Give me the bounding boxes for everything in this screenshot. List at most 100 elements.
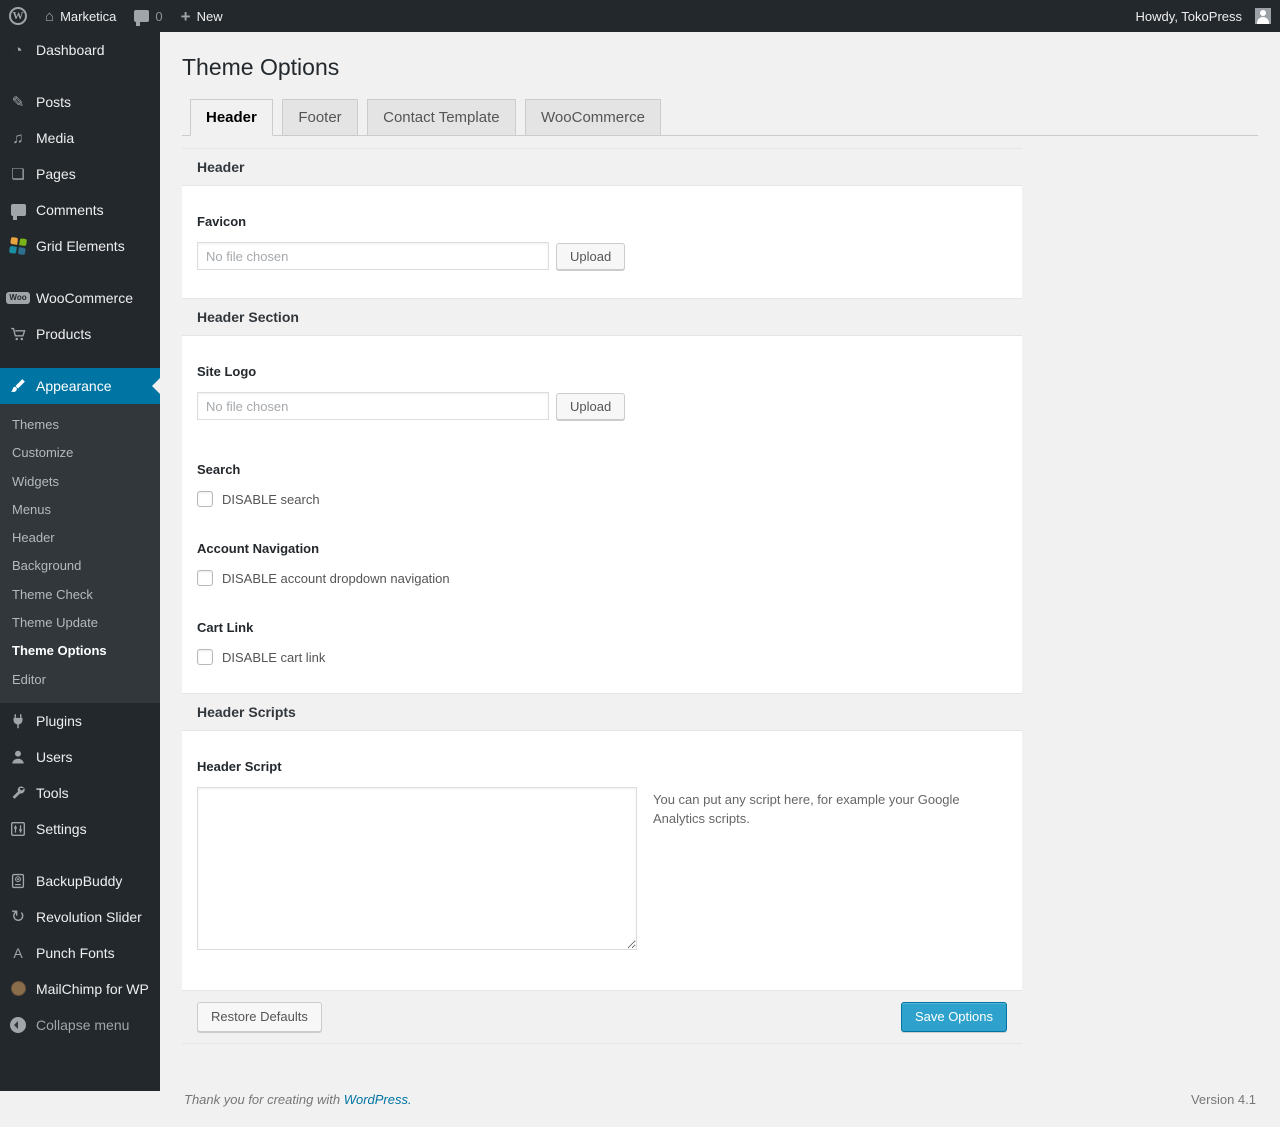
main-content: Theme Options Header Footer Contact Temp…: [160, 0, 1280, 1127]
pages-icon: ❏: [11, 165, 25, 183]
plugin-icon: [8, 711, 28, 731]
wordpress-logo-icon: W: [9, 7, 27, 25]
submenu-item-theme-check[interactable]: Theme Check: [0, 581, 160, 609]
header-script-textarea[interactable]: [197, 787, 637, 951]
sidebar-item-settings[interactable]: Settings: [0, 811, 160, 847]
site-name-label: Marketica: [60, 8, 117, 24]
footer-thanks-prefix: Thank you for creating with: [184, 1091, 344, 1107]
sidebar-item-plugins[interactable]: Plugins: [0, 703, 160, 739]
appearance-submenu: Themes Customize Widgets Menus Header Ba…: [0, 404, 160, 703]
collapse-menu-button[interactable]: Collapse menu: [0, 1007, 160, 1043]
admin-bar-left: W ⌂ Marketica 0 + New: [0, 0, 232, 32]
favicon-upload-button[interactable]: Upload: [556, 242, 626, 271]
tab-contact-template[interactable]: Contact Template: [367, 98, 516, 136]
howdy-label: Howdy, TokoPress: [1135, 8, 1242, 24]
version-label: Version 4.1: [1190, 1091, 1256, 1107]
appearance-brush-icon: [8, 376, 28, 396]
sidebar-item-comments[interactable]: Comments: [0, 192, 160, 228]
plus-icon: +: [180, 6, 191, 26]
sidebar-item-appearance[interactable]: Appearance: [0, 368, 160, 404]
tab-header[interactable]: Header: [190, 98, 273, 137]
sidebar-item-posts[interactable]: ✎ Posts: [0, 84, 160, 120]
sidebar-item-dashboard[interactable]: ◔ Dashboard: [0, 32, 160, 68]
comments-admin-bar-link[interactable]: 0: [125, 0, 171, 32]
disable-account-nav-label[interactable]: DISABLE account dropdown navigation: [222, 571, 450, 586]
submenu-item-theme-update[interactable]: Theme Update: [0, 609, 160, 637]
sidebar-item-label: BackupBuddy: [36, 872, 123, 889]
cart-link-field: Cart Link DISABLE cart link: [197, 620, 1007, 666]
letter-a-icon: A: [13, 944, 23, 961]
my-account-menu[interactable]: Howdy, TokoPress: [1127, 0, 1280, 32]
header-script-field: Header Script You can put any script her…: [197, 759, 1007, 951]
sidebar-item-label: Appearance: [36, 377, 112, 394]
sidebar-item-label: MailChimp for WP: [36, 980, 149, 997]
sidebar-item-backupbuddy[interactable]: BackupBuddy: [0, 863, 160, 899]
sidebar-item-media[interactable]: ♫ Media: [0, 120, 160, 156]
sidebar-item-woocommerce[interactable]: Woo WooCommerce: [0, 280, 160, 316]
submenu-item-themes[interactable]: Themes: [0, 411, 160, 439]
disable-cart-link-label[interactable]: DISABLE cart link: [222, 650, 325, 665]
sidebar-item-products[interactable]: Products: [0, 316, 160, 352]
wordpress-footer-link[interactable]: WordPress.: [344, 1092, 412, 1107]
submenu-item-header[interactable]: Header: [0, 524, 160, 552]
comment-count: 0: [155, 8, 163, 24]
sidebar-item-revolution-slider[interactable]: ↻ Revolution Slider: [0, 899, 160, 935]
submenu-item-menus[interactable]: Menus: [0, 496, 160, 524]
menu-separator: [0, 356, 160, 361]
sidebar-item-pages[interactable]: ❏ Pages: [0, 156, 160, 192]
mailchimp-monkey-icon: [8, 979, 28, 999]
sidebar-item-label: Users: [36, 748, 73, 765]
comment-bubble-icon: [134, 10, 150, 26]
disable-search-checkbox[interactable]: [197, 491, 213, 508]
submenu-item-editor[interactable]: Editor: [0, 666, 160, 694]
favicon-file-input[interactable]: [197, 242, 549, 271]
user-icon: [8, 747, 28, 767]
new-content-menu[interactable]: + New: [172, 0, 232, 32]
woocommerce-icon: Woo: [6, 288, 30, 308]
sidebar-item-punch-fonts[interactable]: A Punch Fonts: [0, 935, 160, 971]
home-icon: ⌂: [45, 7, 55, 25]
sidebar-item-mailchimp[interactable]: MailChimp for WP: [0, 971, 160, 1007]
favicon-label: Favicon: [197, 214, 247, 230]
disable-account-nav-checkbox[interactable]: [197, 570, 213, 587]
sidebar-item-label: WooCommerce: [36, 289, 133, 306]
submenu-item-customize[interactable]: Customize: [0, 439, 160, 467]
sidebar-item-label: Settings: [36, 820, 87, 837]
grid-elements-icon: [8, 236, 28, 256]
restore-defaults-button[interactable]: Restore Defaults: [197, 1002, 322, 1032]
sidebar-item-label: Pages: [36, 165, 76, 182]
wordpress-logo-menu[interactable]: W: [0, 0, 36, 32]
admin-sidebar: ◔ Dashboard ✎ Posts ♫ Media ❏ Pages Comm…: [0, 32, 160, 1091]
account-navigation-field: Account Navigation DISABLE account dropd…: [197, 541, 1007, 587]
theme-options-panel: Header Favicon Upload Header Section Sit…: [182, 148, 1022, 1044]
site-logo-upload-button[interactable]: Upload: [556, 392, 626, 421]
submenu-item-theme-options[interactable]: Theme Options: [0, 637, 160, 665]
site-name-link[interactable]: ⌂ Marketica: [36, 0, 125, 32]
header-script-label: Header Script: [197, 759, 282, 775]
wrench-icon: [8, 783, 28, 803]
save-options-button[interactable]: Save Options: [900, 1002, 1007, 1032]
page-title: Theme Options: [182, 54, 340, 80]
sidebar-item-tools[interactable]: Tools: [0, 775, 160, 811]
sidebar-item-label: Plugins: [36, 712, 82, 729]
favicon-file-row: Upload: [197, 242, 1007, 271]
comments-icon: [8, 200, 28, 220]
sidebar-item-users[interactable]: Users: [0, 739, 160, 775]
tab-woocommerce[interactable]: WooCommerce: [525, 98, 661, 136]
new-label: New: [196, 8, 223, 24]
site-logo-file-row: Upload: [197, 392, 1007, 421]
disable-search-label[interactable]: DISABLE search: [222, 492, 320, 507]
section-header-header: Header: [182, 148, 1022, 187]
menu-separator: [0, 851, 160, 856]
submenu-item-background[interactable]: Background: [0, 552, 160, 580]
site-logo-file-input[interactable]: [197, 392, 549, 421]
sidebar-item-label: Media: [36, 129, 75, 146]
section-header-header-section: Header Section: [182, 298, 1022, 337]
section-header-header-scripts: Header Scripts: [182, 693, 1022, 732]
tab-footer[interactable]: Footer: [282, 98, 358, 136]
disable-cart-link-checkbox[interactable]: [197, 649, 213, 666]
submenu-item-widgets[interactable]: Widgets: [0, 468, 160, 496]
sidebar-item-grid-elements[interactable]: Grid Elements: [0, 228, 160, 264]
dashboard-icon: ◔: [13, 41, 23, 59]
cart-link-label: Cart Link: [197, 620, 254, 636]
